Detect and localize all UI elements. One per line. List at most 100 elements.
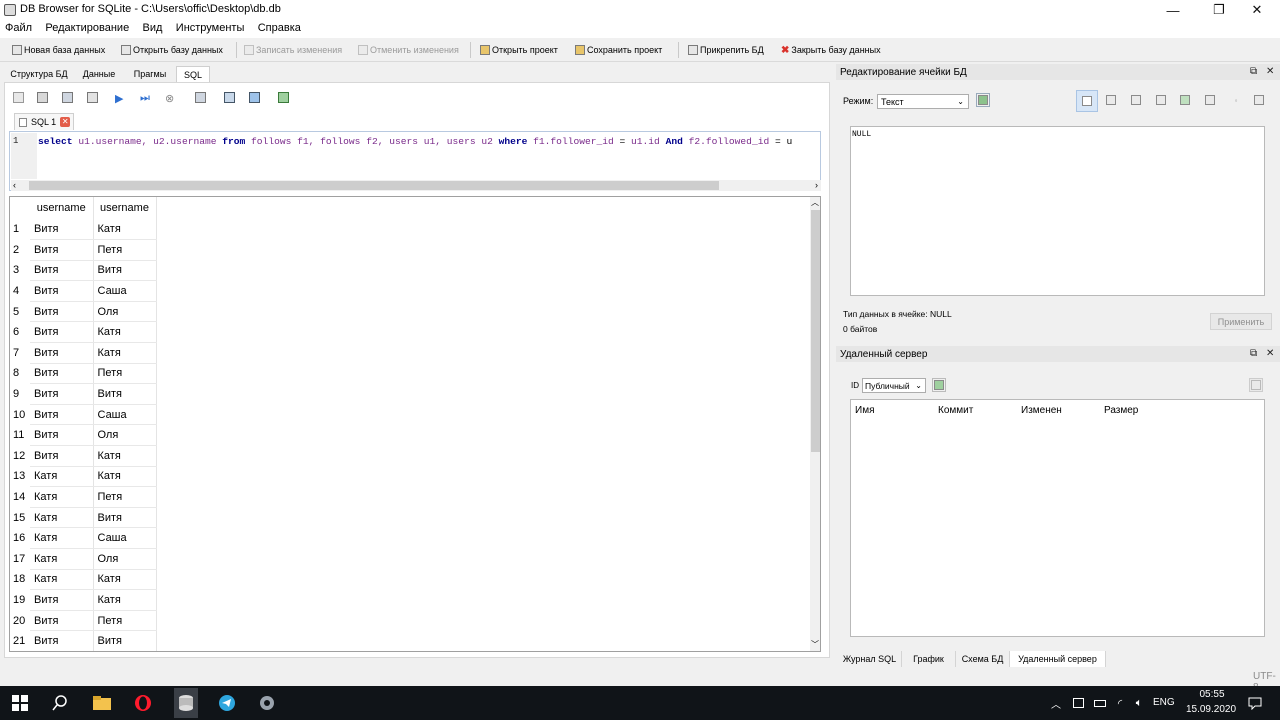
vertical-scrollbar[interactable]: ︿ ﹀ [810,197,820,651]
open-database-button[interactable]: Открыть базу данных [121,42,223,58]
undock-icon[interactable]: ⧉ [1250,348,1257,359]
stop-execution-icon[interactable]: ⊗ [165,92,177,105]
apply-button[interactable]: Применить [1210,313,1272,330]
write-changes-button[interactable]: Записать изменения [244,42,342,58]
menu-file[interactable]: Файл [0,20,37,36]
table-cell[interactable]: Витя [93,630,157,651]
close-icon[interactable]: ✕ [60,117,71,127]
table-row[interactable]: 1 Витя Катя [10,219,157,241]
tab-pragmas[interactable]: Прагмы [124,66,176,82]
dot-icon[interactable]: ◦ [1229,93,1243,107]
wifi-icon[interactable]: ◜ [1110,693,1130,713]
table-cell[interactable]: Витя [30,424,94,447]
column-header[interactable]: username [30,197,94,219]
table-row[interactable]: 15 Катя Витя [10,507,157,529]
telegram-icon[interactable] [217,693,237,713]
table-row[interactable]: 10 Витя Саша [10,404,157,426]
table-cell[interactable]: Оля [93,424,157,447]
execute-line-icon[interactable]: ⏭ [140,92,152,104]
menu-tools[interactable]: Инструменты [171,20,250,36]
table-cell[interactable]: Петя [93,610,157,632]
sql-code[interactable]: select u1.username, u2.username from fol… [38,136,820,147]
tab-browse-data[interactable]: Данные [76,66,122,82]
table-cell[interactable]: Витя [93,383,157,405]
table-cell[interactable]: Витя [30,630,94,651]
table-cell[interactable]: Витя [30,321,94,344]
table-cell[interactable]: Саша [93,527,157,549]
table-cell[interactable]: Саша [93,280,157,302]
comment-icon[interactable] [278,92,290,104]
settings-app-icon[interactable] [257,693,277,713]
table-cell[interactable]: Саша [93,404,157,426]
table-cell[interactable]: Витя [93,507,157,529]
table-row[interactable]: 7 Витя Катя [10,342,157,364]
menu-view[interactable]: Вид [138,20,168,36]
table-cell[interactable]: Петя [93,486,157,508]
scroll-left-icon[interactable]: ‹ [13,180,16,190]
table-cell[interactable]: Катя [93,321,157,344]
table-row[interactable]: 20 Витя Петя [10,610,157,632]
table-cell[interactable]: Витя [30,610,94,632]
tab-sql[interactable]: SQL [176,66,210,82]
tab-db-schema[interactable]: Схема БД [956,651,1010,667]
find-replace-icon[interactable] [249,92,261,104]
column-header-name[interactable]: Имя [855,405,874,416]
table-cell[interactable]: Петя [93,239,157,261]
file-explorer-icon[interactable] [92,693,112,713]
windows-start-icon[interactable] [10,693,30,713]
find-icon[interactable] [224,92,236,104]
tab-sql-log[interactable]: Журнал SQL [838,651,902,667]
remote-file-list[interactable]: Имя Коммит Изменен Размер [850,399,1265,637]
table-cell[interactable]: Катя [30,466,94,488]
open-sql-file-icon[interactable] [37,92,49,104]
column-header-commit[interactable]: Коммит [938,405,973,416]
open-tab-icon[interactable] [13,92,25,104]
save-sql-file-icon[interactable] [62,92,74,104]
identity-select[interactable]: Публичный ⌄ [862,378,926,393]
volume-icon[interactable]: 🔈︎ [1129,693,1149,713]
search-icon[interactable] [50,693,70,713]
table-cell[interactable]: Катя [93,342,157,364]
revert-changes-button[interactable]: Отменить изменения [358,42,459,58]
table-row[interactable]: 13 Катя Катя [10,466,157,488]
table-row[interactable]: 17 Катя Оля [10,548,157,570]
execute-all-icon[interactable]: ▶ [115,92,127,105]
table-cell[interactable]: Витя [30,301,94,323]
table-row[interactable]: 11 Витя Оля [10,424,157,447]
column-header-modified[interactable]: Изменен [1021,405,1062,416]
table-row[interactable]: 18 Катя Катя [10,569,157,591]
cell-text-area[interactable] [850,126,1265,296]
save-project-button[interactable]: Сохранить проект [575,42,662,58]
tab-plot[interactable]: График [902,651,956,667]
attach-database-button[interactable]: Прикрепить БД [688,42,764,58]
table-cell[interactable]: Витя [30,239,94,261]
table-cell[interactable]: Витя [30,445,94,467]
table-cell[interactable]: Катя [30,507,94,529]
table-cell[interactable]: Катя [30,548,94,570]
export-icon[interactable] [1154,93,1168,107]
table-row[interactable]: 16 Катя Саша [10,527,157,549]
tray-arrow-icon[interactable]: ︿ [1046,693,1066,713]
table-cell[interactable]: Витя [30,219,94,241]
import-icon[interactable] [1129,93,1143,107]
text-mode-icon[interactable] [1076,90,1098,112]
close-database-button[interactable]: ✖ Закрыть базу данных [781,42,881,58]
undock-icon[interactable]: ⧉ [1250,66,1257,77]
push-database-icon[interactable] [1249,378,1263,392]
word-wrap-icon[interactable] [1104,93,1118,107]
column-header[interactable]: username [93,197,157,219]
sql-editor-tab[interactable]: SQL 1 ✕ [14,113,74,130]
table-row[interactable]: 8 Витя Петя [10,363,157,385]
table-cell[interactable]: Витя [30,260,94,282]
table-cell[interactable]: Катя [93,569,157,591]
tray-battery-icon[interactable] [1090,693,1110,713]
table-cell[interactable]: Витя [30,280,94,302]
table-cell[interactable]: Витя [30,383,94,405]
clock-date[interactable]: 15.09.2020 [1183,704,1239,715]
auto-switch-icon[interactable] [976,93,990,107]
scroll-thumb[interactable] [811,210,820,452]
tab-remote[interactable]: Удаленный сервер [1010,651,1106,667]
table-cell[interactable]: Витя [30,589,94,611]
table-cell[interactable]: Катя [93,219,157,241]
table-row[interactable]: 12 Витя Катя [10,445,157,467]
